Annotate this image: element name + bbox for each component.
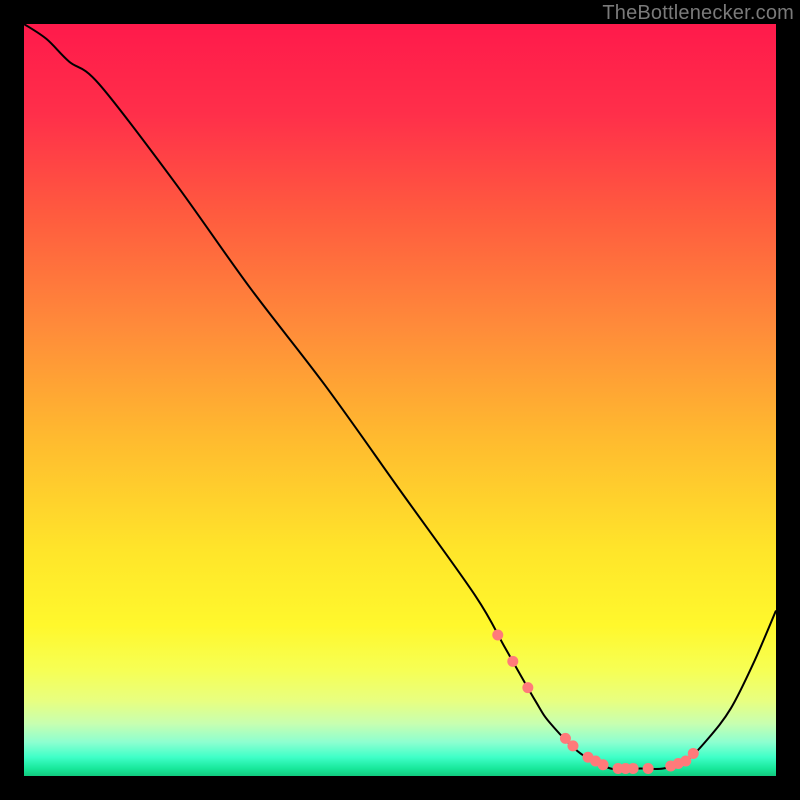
marker-point [492,630,503,641]
marker-point [567,740,578,751]
marker-point [628,763,639,774]
attribution-text: TheBottlenecker.com [602,2,794,25]
marker-point [522,682,533,693]
marker-point [688,748,699,759]
chart-frame [24,24,776,776]
marker-point [507,656,518,667]
gradient-background [24,24,776,776]
bottleneck-chart [24,24,776,776]
marker-point [643,763,654,774]
marker-point [598,759,609,770]
